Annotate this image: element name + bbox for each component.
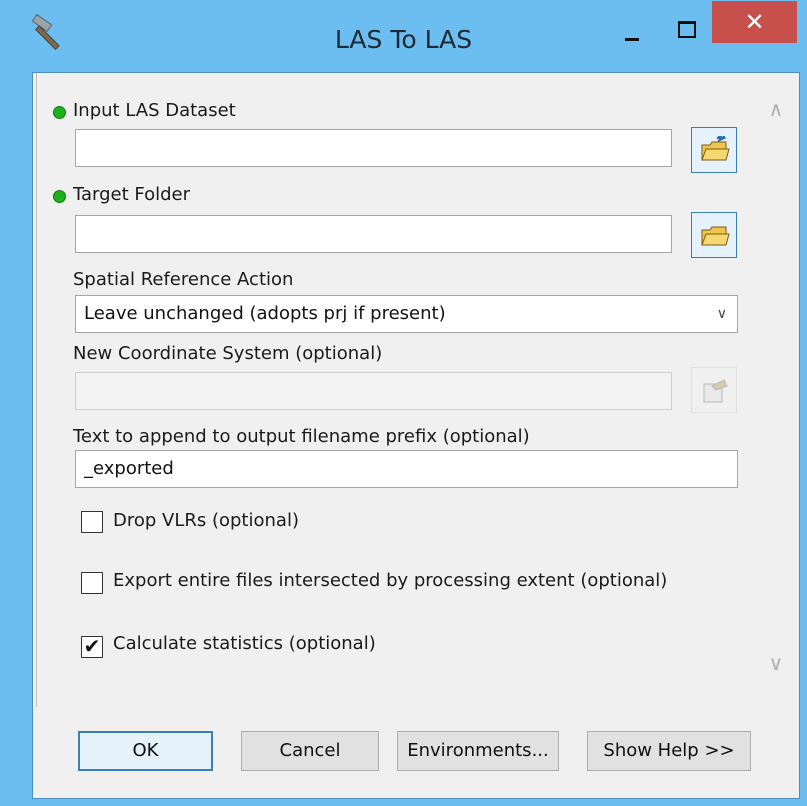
export-entire-files-label: Export entire files intersected by proce…	[113, 570, 668, 591]
scroll-down-icon[interactable]: ∨	[764, 651, 788, 675]
coordinate-system-field	[75, 372, 672, 410]
cancel-button[interactable]: Cancel	[241, 731, 379, 771]
button-row: OK Cancel Environments... Show Help >>	[33, 707, 799, 797]
scroll-up-icon[interactable]: ∧	[764, 97, 788, 121]
required-indicator	[53, 106, 66, 119]
parameters-panel: Input LAS Dataset Target Folder Spatial …	[36, 73, 798, 707]
input-las-field[interactable]	[75, 129, 672, 167]
calculate-statistics-label: Calculate statistics (optional)	[113, 633, 376, 654]
calculate-statistics-checkbox[interactable]: ✔	[81, 636, 103, 658]
maximize-icon[interactable]	[665, 14, 705, 54]
target-folder-label: Target Folder	[73, 184, 191, 205]
environments-button[interactable]: Environments...	[397, 731, 559, 771]
required-indicator	[53, 190, 66, 203]
coordinate-system-icon	[691, 367, 737, 413]
dialog-body: Input LAS Dataset Target Folder Spatial …	[32, 72, 800, 799]
prefix-label: Text to append to output filename prefix…	[73, 426, 530, 447]
show-help-button[interactable]: Show Help >>	[587, 731, 751, 771]
chevron-down-icon[interactable]: ∨	[717, 296, 727, 332]
spatial-reference-value: Leave unchanged (adopts prj if present)	[84, 303, 446, 324]
drop-vlrs-label: Drop VLRs (optional)	[113, 510, 299, 531]
input-las-label: Input LAS Dataset	[73, 100, 236, 121]
export-entire-files-checkbox[interactable]	[81, 572, 103, 594]
close-icon[interactable]: ✕	[712, 1, 797, 43]
folder-browse-icon[interactable]	[691, 127, 737, 173]
folder-browse-icon[interactable]	[691, 212, 737, 258]
coordinate-system-label: New Coordinate System (optional)	[73, 343, 383, 364]
title-bar: LAS To LAS ✕	[0, 0, 807, 72]
spatial-reference-label: Spatial Reference Action	[73, 269, 294, 290]
prefix-field[interactable]: _exported	[75, 450, 738, 488]
drop-vlrs-checkbox[interactable]	[81, 511, 103, 533]
target-folder-field[interactable]	[75, 215, 672, 253]
spatial-reference-select[interactable]: Leave unchanged (adopts prj if present) …	[75, 295, 738, 333]
ok-button[interactable]: OK	[78, 731, 213, 771]
minimize-icon[interactable]	[612, 16, 652, 56]
